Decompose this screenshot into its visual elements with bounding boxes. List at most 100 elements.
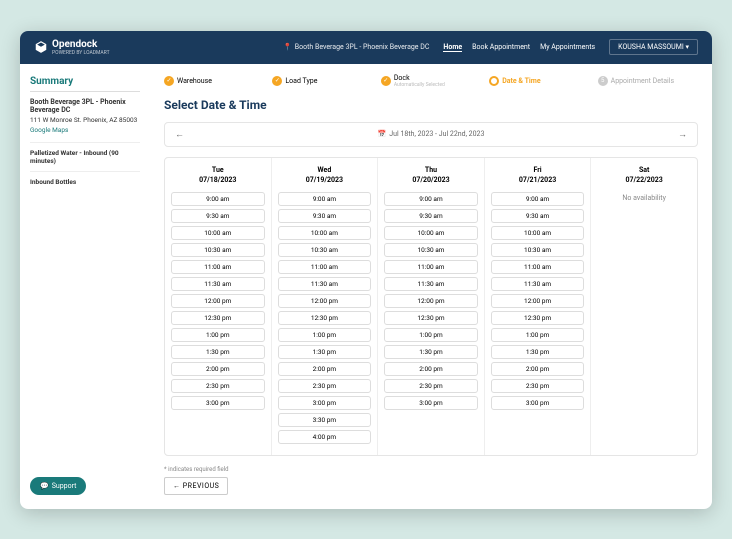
day-date: 07/19/2023 bbox=[278, 176, 372, 184]
prev-label: PREVIOUS bbox=[183, 482, 220, 490]
time-slot[interactable]: 11:30 am bbox=[171, 277, 265, 291]
user-menu[interactable]: KOUSHA MASSOUMI ▾ bbox=[609, 39, 698, 55]
time-slot[interactable]: 2:00 pm bbox=[171, 362, 265, 376]
time-slot[interactable]: 11:00 am bbox=[384, 260, 478, 274]
time-slot[interactable]: 12:00 pm bbox=[384, 294, 478, 308]
stepper: ✓Warehouse ✓Load Type ✓DockAutomatically… bbox=[164, 74, 698, 88]
calendar-icon: 📅 bbox=[378, 130, 387, 138]
step-warehouse[interactable]: ✓Warehouse bbox=[164, 76, 264, 86]
time-slot[interactable]: 9:30 am bbox=[278, 209, 372, 223]
time-slot[interactable]: 11:00 am bbox=[171, 260, 265, 274]
day-column: Wed 07/19/2023 9:00 am 9:30 am 10:00 am 10:30… bbox=[272, 158, 379, 455]
topbar: OpendockPOWERED BY LOADMART 📍 Booth Beve… bbox=[20, 31, 712, 64]
step-dock[interactable]: ✓DockAutomatically Selected bbox=[381, 74, 481, 88]
day-column: Tue 07/18/2023 9:00 am 9:30 am 10:00 am 10:30… bbox=[165, 158, 272, 455]
location-text: Booth Beverage 3PL - Phoenix Beverage DC bbox=[295, 43, 430, 51]
time-slot[interactable]: 3:30 pm bbox=[278, 413, 372, 427]
time-slot[interactable]: 9:30 am bbox=[171, 209, 265, 223]
day-name: Fri bbox=[491, 166, 585, 174]
user-name: KOUSHA MASSOUMI bbox=[618, 43, 684, 51]
time-slot[interactable]: 2:30 pm bbox=[278, 379, 372, 393]
next-week-arrow[interactable]: → bbox=[678, 129, 687, 140]
pin-icon: 📍 bbox=[283, 43, 292, 51]
nav-book[interactable]: Book Appointment bbox=[472, 43, 530, 52]
previous-button[interactable]: ← PREVIOUS bbox=[164, 477, 228, 495]
day-column: Sat07/22/2023No availability bbox=[591, 158, 697, 455]
time-slot[interactable]: 9:00 am bbox=[384, 192, 478, 206]
time-slot[interactable]: 12:00 pm bbox=[171, 294, 265, 308]
time-slot[interactable]: 11:30 am bbox=[491, 277, 585, 291]
dot-icon bbox=[489, 76, 499, 86]
logo[interactable]: OpendockPOWERED BY LOADMART bbox=[34, 39, 110, 56]
time-slot[interactable]: 12:00 pm bbox=[491, 294, 585, 308]
time-slot[interactable]: 3:00 pm bbox=[491, 396, 585, 410]
day-name: Tue bbox=[171, 166, 265, 174]
time-slot[interactable]: 9:30 am bbox=[491, 209, 585, 223]
location-crumb[interactable]: 📍 Booth Beverage 3PL - Phoenix Beverage … bbox=[283, 43, 429, 51]
time-slot[interactable]: 2:00 pm bbox=[491, 362, 585, 376]
check-icon: ✓ bbox=[272, 76, 282, 86]
time-slot[interactable]: 2:00 pm bbox=[278, 362, 372, 376]
time-slot[interactable]: 9:00 am bbox=[278, 192, 372, 206]
step-datetime[interactable]: Date & Time bbox=[489, 76, 589, 86]
chat-icon: 💬 bbox=[40, 482, 49, 490]
step-loadtype[interactable]: ✓Load Type bbox=[272, 76, 372, 86]
time-slot[interactable]: 11:30 am bbox=[278, 277, 372, 291]
date-range-text: Jul 18th, 2023 - Jul 22nd, 2023 bbox=[389, 130, 484, 138]
day-name: Sat bbox=[597, 166, 691, 174]
brand: Opendock bbox=[52, 39, 97, 50]
day-name: Thu bbox=[384, 166, 478, 174]
time-slot[interactable]: 12:30 pm bbox=[278, 311, 372, 325]
nav-home[interactable]: Home bbox=[443, 43, 462, 52]
time-slot[interactable]: 12:30 pm bbox=[384, 311, 478, 325]
time-slot[interactable]: 11:00 am bbox=[491, 260, 585, 274]
time-slot[interactable]: 10:00 am bbox=[491, 226, 585, 240]
prev-week-arrow[interactable]: ← bbox=[175, 129, 184, 140]
time-slot[interactable]: 2:30 pm bbox=[491, 379, 585, 393]
time-slot[interactable]: 10:30 am bbox=[491, 243, 585, 257]
time-slot[interactable]: 1:30 pm bbox=[171, 345, 265, 359]
time-slot[interactable]: 3:00 pm bbox=[278, 396, 372, 410]
step-label: Load Type bbox=[285, 77, 317, 85]
day-name: Wed bbox=[278, 166, 372, 174]
time-slot[interactable]: 12:00 pm bbox=[278, 294, 372, 308]
chevron-down-icon: ▾ bbox=[685, 43, 689, 51]
maps-link[interactable]: Google Maps bbox=[30, 126, 140, 134]
time-slot[interactable]: 9:00 am bbox=[171, 192, 265, 206]
calendar-grid: Tue 07/18/2023 9:00 am 9:30 am 10:00 am 10:30… bbox=[164, 157, 698, 456]
nav-my[interactable]: My Appointments bbox=[540, 43, 595, 52]
time-slot[interactable]: 2:30 pm bbox=[171, 379, 265, 393]
main: ✓Warehouse ✓Load Type ✓DockAutomatically… bbox=[150, 64, 712, 509]
time-slot[interactable]: 12:30 pm bbox=[491, 311, 585, 325]
sidebar: Summary Booth Beverage 3PL - Phoenix Bev… bbox=[20, 64, 150, 509]
time-slot[interactable]: 4:00 pm bbox=[278, 430, 372, 444]
day-date: 07/18/2023 bbox=[171, 176, 265, 184]
time-slot[interactable]: 2:30 pm bbox=[384, 379, 478, 393]
time-slot[interactable]: 1:30 pm bbox=[278, 345, 372, 359]
no-availability: No availability bbox=[597, 194, 691, 202]
time-slot[interactable]: 1:30 pm bbox=[384, 345, 478, 359]
step-details: 5Appointment Details bbox=[598, 76, 698, 86]
support-button[interactable]: 💬Support bbox=[30, 477, 86, 495]
time-slot[interactable]: 3:00 pm bbox=[384, 396, 478, 410]
time-slot[interactable]: 2:00 pm bbox=[384, 362, 478, 376]
time-slot[interactable]: 12:30 pm bbox=[171, 311, 265, 325]
time-slot[interactable]: 9:00 am bbox=[491, 192, 585, 206]
time-slot[interactable]: 10:30 am bbox=[384, 243, 478, 257]
time-slot[interactable]: 1:00 pm bbox=[171, 328, 265, 342]
time-slot[interactable]: 1:00 pm bbox=[384, 328, 478, 342]
time-slot[interactable]: 10:00 am bbox=[171, 226, 265, 240]
time-slot[interactable]: 3:00 pm bbox=[171, 396, 265, 410]
time-slot[interactable]: 10:30 am bbox=[171, 243, 265, 257]
time-slot[interactable]: 9:30 am bbox=[384, 209, 478, 223]
time-slot[interactable]: 1:00 pm bbox=[491, 328, 585, 342]
time-slot[interactable]: 10:00 am bbox=[384, 226, 478, 240]
time-slot[interactable]: 11:30 am bbox=[384, 277, 478, 291]
time-slot[interactable]: 1:30 pm bbox=[491, 345, 585, 359]
step-label: Dock bbox=[394, 74, 410, 82]
time-slot[interactable]: 10:30 am bbox=[278, 243, 372, 257]
time-slot[interactable]: 11:00 am bbox=[278, 260, 372, 274]
time-slot[interactable]: 10:00 am bbox=[278, 226, 372, 240]
time-slot[interactable]: 1:00 pm bbox=[278, 328, 372, 342]
day-column: Thu07/20/20239:00 am9:30 am10:00 am10:30… bbox=[378, 158, 485, 455]
